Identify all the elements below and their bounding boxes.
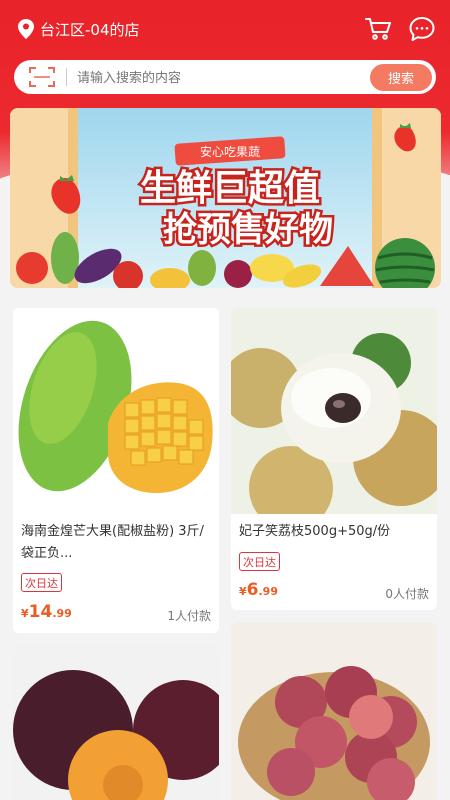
product-card[interactable] [13, 645, 219, 800]
search-divider [66, 68, 67, 86]
price-decimal: .99 [258, 585, 279, 598]
product-image-plum[interactable] [13, 645, 219, 800]
scan-icon[interactable] [28, 65, 56, 89]
search-input[interactable] [77, 69, 370, 85]
product-price: ¥6.99 [239, 580, 278, 600]
banner-headline-2: 抢预售好物 [163, 210, 333, 250]
delivery-badge: 次日达 [21, 573, 62, 592]
banner-headline-1: 生鲜巨超值 [140, 168, 320, 209]
buyer-count: 1人付款 [167, 609, 211, 623]
location-pin-icon[interactable] [18, 19, 34, 39]
product-image-lychee[interactable] [231, 308, 437, 514]
product-title[interactable]: 妃子笑荔枝500g+50g/份 [239, 521, 429, 543]
buyer-count: 0人付款 [385, 587, 429, 601]
promo-banner[interactable]: 安心吃果蔬 生鲜巨超值 抢预售好物 [10, 108, 441, 288]
price-currency: ¥ [239, 585, 247, 598]
top-bar: 台江区-04的店 [0, 0, 450, 58]
message-icon[interactable] [408, 15, 436, 43]
search-bar: 搜索 [14, 60, 436, 94]
cart-icon[interactable] [364, 15, 392, 43]
banner-illustration: 安心吃果蔬 生鲜巨超值 抢预售好物 [10, 108, 441, 288]
price-integer: 14 [28, 602, 53, 622]
price-decimal: .99 [52, 607, 72, 620]
price-currency: ¥ [21, 607, 29, 620]
product-image-mango[interactable] [13, 308, 219, 514]
product-price: ¥14.99 [21, 602, 72, 622]
product-card[interactable] [231, 622, 437, 800]
banner-tag: 安心吃果蔬 [200, 144, 260, 159]
product-card[interactable]: 妃子笑荔枝500g+50g/份 次日达 ¥6.99 0人付款 [231, 308, 437, 610]
delivery-badge: 次日达 [239, 552, 280, 571]
product-title[interactable]: 海南金煌芒大果(配椒盐粉) 3斤/袋正负... [21, 521, 211, 565]
price-integer: 6 [246, 580, 259, 600]
search-button[interactable]: 搜索 [370, 63, 432, 91]
product-card[interactable]: 海南金煌芒大果(配椒盐粉) 3斤/袋正负... 次日达 ¥14.99 1人付款 [13, 308, 219, 633]
product-image-plum-basket[interactable] [231, 622, 437, 800]
store-name[interactable]: 台江区-04的店 [40, 19, 348, 40]
